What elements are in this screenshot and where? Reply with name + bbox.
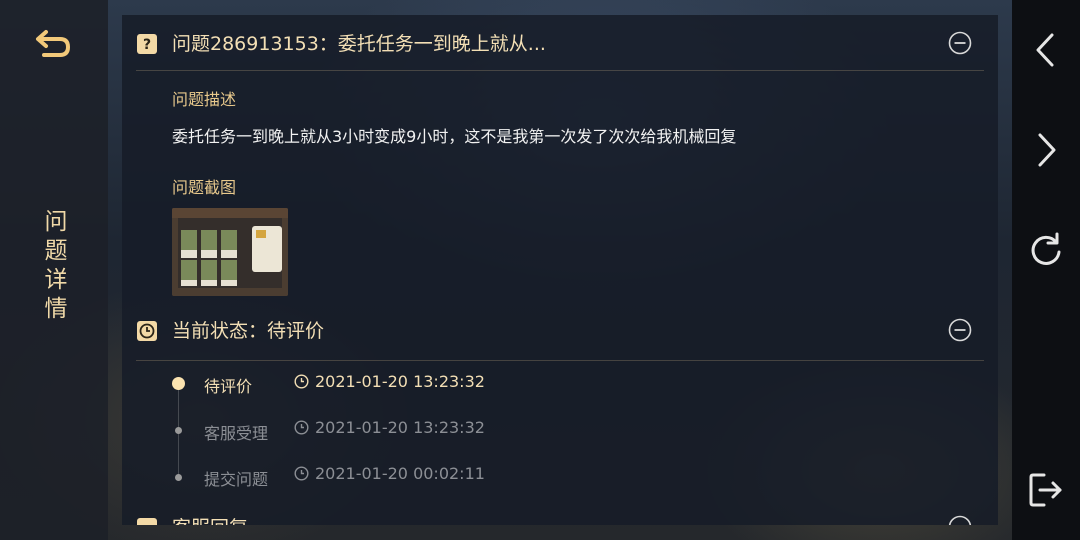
svg-text:?: ? xyxy=(143,37,151,53)
reply-title: 客服回复 xyxy=(172,513,248,525)
screenshot-label: 问题截图 xyxy=(172,178,237,197)
return-arrow-icon xyxy=(36,30,71,57)
timeline-label: 客服受理 xyxy=(204,424,269,443)
clock-icon xyxy=(294,420,309,435)
description-label: 问题描述 xyxy=(172,90,237,109)
page-title: 问题详情 xyxy=(44,209,68,322)
timeline-label: 提交问题 xyxy=(204,470,269,489)
reply-header[interactable]: 客服回复 xyxy=(136,509,984,525)
collapse-icon[interactable] xyxy=(948,31,972,55)
timeline-time-value: 2021-01-20 13:23:32 xyxy=(315,418,485,437)
clock-icon xyxy=(294,374,309,389)
collapse-icon[interactable] xyxy=(948,515,972,525)
timeline-time-value: 2021-01-20 00:02:11 xyxy=(315,464,485,483)
question-icon: ? xyxy=(137,34,157,54)
status-title: 当前状态：待评价 xyxy=(172,320,325,342)
chevron-right-icon xyxy=(1038,133,1056,167)
description-text: 委托任务一到晚上就从3小时变成9小时，这不是我第一次发了次次给我机械回复 xyxy=(172,127,737,146)
issue-header[interactable]: ? 问题286913153：委托任务一到晚上就从... xyxy=(136,25,984,65)
refresh-button[interactable] xyxy=(1026,230,1066,270)
left-rail: 问题详情 xyxy=(0,0,108,540)
clock-icon xyxy=(294,466,309,481)
exit-button[interactable] xyxy=(1026,470,1066,510)
timeline-time: 2021-01-20 00:02:11 xyxy=(294,464,485,483)
timeline-dot xyxy=(175,427,182,434)
right-rail xyxy=(1012,0,1080,540)
clock-icon xyxy=(137,321,157,341)
chevron-left-icon xyxy=(1036,33,1054,67)
timeline-dot xyxy=(175,474,182,481)
back-button[interactable] xyxy=(34,26,74,60)
issue-detail-panel: ? 问题286913153：委托任务一到晚上就从... 问题描述 委托任务一到晚… xyxy=(122,15,998,525)
collapse-icon[interactable] xyxy=(948,318,972,342)
timeline-time-value: 2021-01-20 13:23:32 xyxy=(315,372,485,391)
issue-title: 问题286913153：委托任务一到晚上就从... xyxy=(172,33,546,55)
divider xyxy=(136,360,984,361)
timeline-dot-active xyxy=(172,377,185,390)
exit-icon xyxy=(1029,473,1062,507)
screenshot-preview-image xyxy=(172,208,288,296)
divider xyxy=(136,70,984,71)
timeline-time: 2021-01-20 13:23:32 xyxy=(294,418,485,437)
screenshot-thumbnail[interactable] xyxy=(172,208,288,296)
status-header[interactable]: 当前状态：待评价 xyxy=(136,312,984,352)
timeline-time: 2021-01-20 13:23:32 xyxy=(294,372,485,391)
next-button[interactable] xyxy=(1026,130,1066,170)
refresh-icon xyxy=(1031,232,1061,265)
chat-icon xyxy=(137,518,157,525)
timeline-label: 待评价 xyxy=(204,377,253,396)
previous-button[interactable] xyxy=(1026,30,1066,70)
